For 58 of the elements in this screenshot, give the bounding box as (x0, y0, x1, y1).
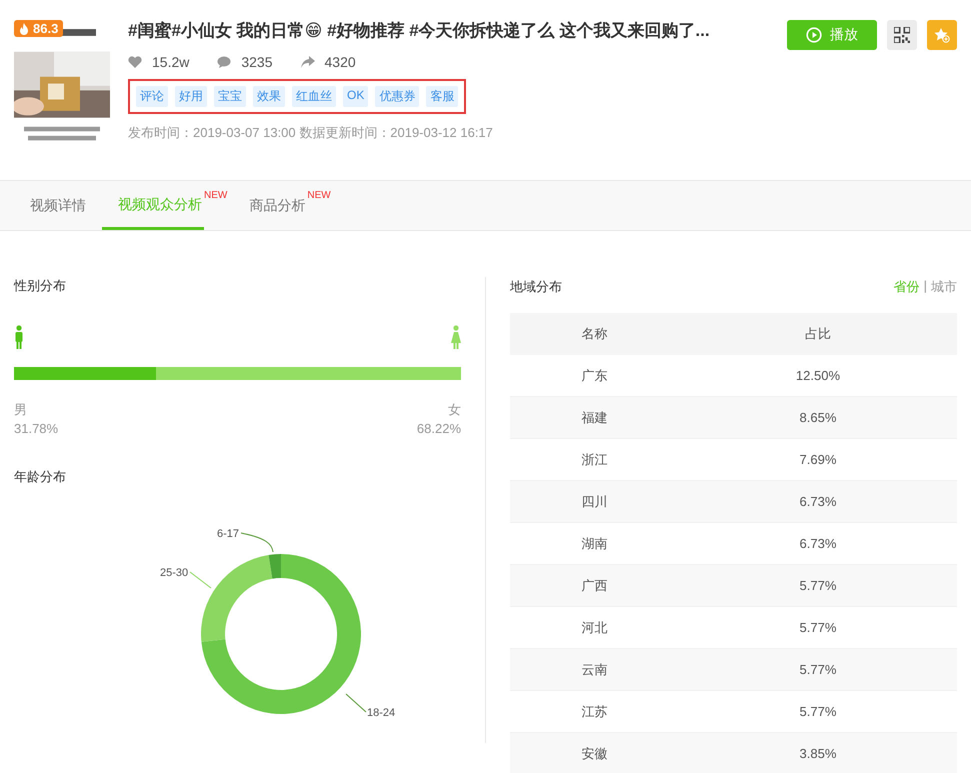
female-percentage: 68.22% (416, 420, 461, 438)
star-plus-icon (934, 27, 950, 43)
table-cell: 5.77% (678, 648, 957, 690)
tab[interactable]: 视频观众分析 (102, 181, 204, 230)
male-percentage: 31.78% (14, 420, 58, 438)
male-figure-icon (14, 325, 24, 349)
chart-label: 25-30 (160, 567, 188, 579)
leader-line (190, 572, 212, 588)
female-figure-icon (451, 325, 461, 349)
tag[interactable]: 客服 (426, 86, 458, 107)
section-title: 性别分布 (14, 277, 67, 295)
comment-count: 3235 (241, 54, 273, 70)
new-label: NEW (204, 191, 228, 201)
table-cell: 安徽 (510, 732, 679, 773)
table-cell: 福建 (510, 396, 679, 438)
table-cell: 四川 (510, 480, 679, 522)
tag[interactable]: 好用 (175, 86, 207, 107)
play-button[interactable]: 播放 (787, 20, 877, 50)
qr-code-icon (894, 27, 910, 43)
table-cell: 云南 (510, 648, 679, 690)
male-label: 男 (14, 401, 28, 419)
share-icon (300, 56, 315, 68)
tag[interactable]: 红血丝 (292, 86, 336, 107)
column-header: 占比 (678, 313, 957, 355)
tab[interactable]: 商品分析 (233, 181, 308, 230)
tag[interactable]: 评论 (136, 86, 168, 107)
table-cell: 5.77% (678, 564, 957, 606)
column-header: 名称 (510, 313, 679, 355)
like-count: 15.2w (152, 54, 190, 70)
new-label: NEW (307, 191, 331, 201)
table-cell: 8.65% (678, 396, 957, 438)
section-title: 年龄分布 (14, 468, 67, 486)
tag[interactable]: 优惠券 (375, 86, 420, 107)
video-title: #闺蜜#小仙女 我的日常😁 #好物推荐 #今天你拆快递了么 这个我又来回购了... (128, 20, 711, 42)
female-label: 女 (447, 401, 461, 419)
chart-label: 6-17 (217, 528, 240, 540)
tag[interactable]: 宝宝 (214, 86, 246, 107)
separator: | (924, 278, 927, 295)
comment-icon (217, 56, 232, 68)
table-cell: 6.73% (678, 480, 957, 522)
leader-line (346, 694, 366, 712)
toggle-option[interactable]: 城市 (931, 278, 957, 296)
section-title: 地域分布 (510, 278, 562, 296)
flame-icon (19, 22, 29, 34)
leader-line (240, 532, 274, 552)
tab[interactable]: 视频详情 (14, 181, 102, 230)
tag[interactable]: OK (343, 86, 368, 107)
chart-label: 18-24 (367, 707, 396, 719)
share-count: 4320 (324, 54, 356, 70)
qr-code-button[interactable] (887, 20, 917, 50)
table-cell: 3.85% (678, 732, 957, 773)
heart-icon (128, 56, 142, 68)
tag[interactable]: 效果 (253, 86, 285, 107)
toggle-option[interactable]: 省份 (894, 278, 920, 296)
play-icon (806, 27, 822, 43)
table-cell: 广西 (510, 564, 679, 606)
publish-time: 发布时间：2019-03-07 13:00 数据更新时间：2019-03-12 16:17 (128, 124, 494, 142)
score-value: 86.3 (33, 21, 58, 36)
